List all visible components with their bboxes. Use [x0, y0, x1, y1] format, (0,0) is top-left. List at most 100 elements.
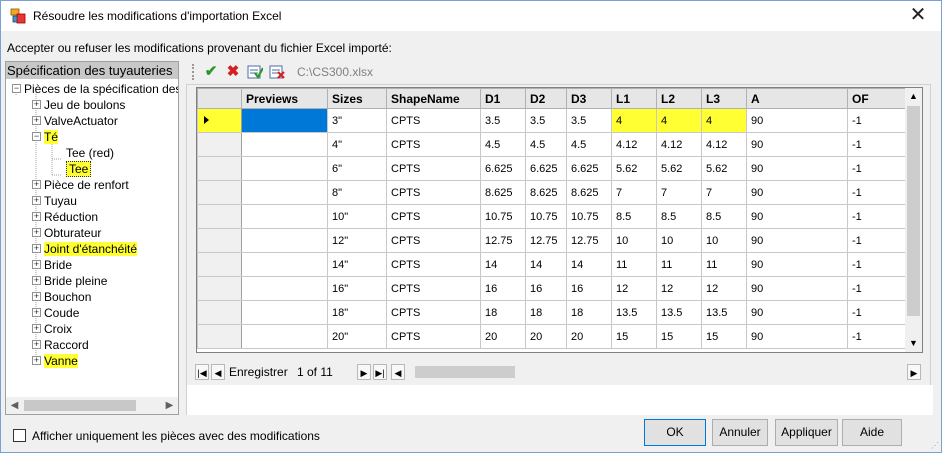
reject-all-icon[interactable] [269, 64, 285, 80]
column-header[interactable]: D1 [480, 88, 526, 109]
grid-cell[interactable]: 10 [701, 228, 747, 253]
grid-cell[interactable]: 90 [746, 156, 848, 181]
table-row[interactable]: 6" CPTS 6.625 6.625 6.625 5.62 5.62 5.62 90 -1 [197, 156, 908, 181]
grid-cell[interactable]: 20 [480, 324, 526, 349]
collapse-icon[interactable]: − [12, 84, 21, 94]
table-row[interactable]: 20" CPTS 20 20 20 15 15 15 90 -1 [197, 324, 908, 349]
grid-cell[interactable]: 4.5 [566, 132, 612, 157]
row-header[interactable] [197, 156, 242, 181]
tree-item-valveactuator[interactable]: + ValveActuator [32, 113, 118, 129]
grid-cell[interactable]: 8.5 [611, 204, 657, 229]
tree-item-tuyau[interactable]: + Tuyau [32, 193, 77, 209]
grid-cell[interactable]: 16 [480, 276, 526, 301]
grid-cell[interactable]: 18" [327, 300, 387, 325]
expand-icon[interactable]: + [32, 324, 41, 334]
grid-cell[interactable]: CPTS [386, 108, 481, 133]
grid-cell[interactable] [241, 324, 328, 349]
row-header[interactable] [197, 180, 242, 205]
grid-cell[interactable]: -1 [847, 228, 908, 253]
grid-cell[interactable]: 90 [746, 204, 848, 229]
grid-cell[interactable]: 12" [327, 228, 387, 253]
expand-icon[interactable]: + [32, 356, 41, 366]
next-record-icon[interactable]: ▶ [357, 364, 371, 380]
grid-cell[interactable]: CPTS [386, 204, 481, 229]
table-row[interactable]: 3" CPTS 3.5 3.5 3.5 4 4 4 90 -1 [197, 108, 908, 133]
scroll-up-icon[interactable]: ▲ [905, 88, 922, 105]
scroll-right-icon[interactable]: ▶ [907, 364, 921, 380]
tree-item-piece-de-renfort[interactable]: + Pièce de renfort [32, 177, 129, 193]
table-row[interactable]: 18" CPTS 18 18 18 13.5 13.5 13.5 90 -1 [197, 300, 908, 325]
tree-item-coude[interactable]: + Coude [32, 305, 79, 321]
grid-cell[interactable] [241, 300, 328, 325]
grid-vertical-scrollbar[interactable]: ▲ ▼ [905, 88, 922, 352]
grid-cell[interactable]: 11 [611, 252, 657, 277]
grid-cell[interactable] [241, 204, 328, 229]
row-header[interactable] [197, 204, 242, 229]
grid-cell[interactable]: 12 [656, 276, 702, 301]
grid-cell[interactable]: 16 [566, 276, 612, 301]
tree-item-te[interactable]: − Té [32, 129, 59, 145]
x-icon[interactable]: ✖ [225, 64, 241, 80]
scroll-right-icon[interactable]: ▶ [161, 397, 178, 414]
expand-icon[interactable]: + [32, 228, 41, 238]
grid-cell[interactable]: 20" [327, 324, 387, 349]
show-changed-only-option[interactable]: Afficher uniquement les pièces avec des … [13, 429, 320, 443]
grid-cell[interactable]: 4.5 [525, 132, 567, 157]
tree-item-croix[interactable]: + Croix [32, 321, 72, 337]
grid-cell[interactable]: 4.12 [701, 132, 747, 157]
grid-cell[interactable]: 18 [566, 300, 612, 325]
grid-cell[interactable] [241, 156, 328, 181]
grid-cell[interactable]: CPTS [386, 228, 481, 253]
scroll-thumb[interactable] [24, 400, 136, 411]
grid-cell[interactable]: 8.625 [525, 180, 567, 205]
grid-cell[interactable]: 90 [746, 324, 848, 349]
grid-cell[interactable]: 4 [701, 108, 747, 133]
tree-item-tee-red[interactable]: Tee (red) [66, 145, 114, 161]
column-header[interactable]: L2 [656, 88, 702, 109]
tree-item-jeu-de-boulons[interactable]: + Jeu de boulons [32, 97, 125, 113]
grid-cell[interactable]: CPTS [386, 132, 481, 157]
grid-cell[interactable]: 15 [656, 324, 702, 349]
table-row[interactable]: 4" CPTS 4.5 4.5 4.5 4.12 4.12 4.12 90 -1 [197, 132, 908, 157]
table-row[interactable]: 14" CPTS 14 14 14 11 11 11 90 -1 [197, 252, 908, 277]
row-header[interactable] [197, 132, 242, 157]
resize-grip-icon[interactable]: ⋰ [931, 441, 939, 450]
grid-cell[interactable]: 14 [480, 252, 526, 277]
grid-cell[interactable]: 6.625 [480, 156, 526, 181]
expand-icon[interactable]: + [32, 180, 41, 190]
grid-cell[interactable]: 4.12 [611, 132, 657, 157]
grid-cell[interactable]: 8.5 [656, 204, 702, 229]
grid-cell[interactable]: 90 [746, 300, 848, 325]
table-row[interactable]: 16" CPTS 16 16 16 12 12 12 90 -1 [197, 276, 908, 301]
grid-cell[interactable]: 90 [746, 180, 848, 205]
expand-icon[interactable]: + [32, 244, 41, 254]
grid-cell[interactable]: -1 [847, 324, 908, 349]
last-record-icon[interactable]: ▶| [373, 364, 387, 380]
grid-cell[interactable]: 10 [656, 228, 702, 253]
apply-button[interactable]: Appliquer [775, 419, 838, 446]
help-button[interactable]: Aide [842, 419, 902, 446]
grid-cell[interactable]: CPTS [386, 180, 481, 205]
column-header[interactable]: Previews [241, 88, 328, 109]
tree-item-joint[interactable]: + Joint d'étanchéité [32, 241, 138, 257]
grid-cell[interactable]: -1 [847, 180, 908, 205]
grid-cell[interactable]: 12.75 [525, 228, 567, 253]
grid-cell[interactable]: 7 [656, 180, 702, 205]
grid-cell[interactable]: 4" [327, 132, 387, 157]
close-icon[interactable]: ✕ [903, 3, 933, 29]
grid-cell[interactable]: 16 [525, 276, 567, 301]
scroll-down-icon[interactable]: ▼ [905, 335, 922, 352]
grid-cell[interactable]: 12 [701, 276, 747, 301]
tree-item-vanne[interactable]: + Vanne [32, 353, 78, 369]
row-header[interactable] [197, 252, 242, 277]
grid-cell[interactable]: 14" [327, 252, 387, 277]
grid-cell[interactable] [241, 228, 328, 253]
column-header[interactable]: ShapeName [386, 88, 481, 109]
expand-icon[interactable]: + [32, 276, 41, 286]
grid-cell[interactable] [241, 252, 328, 277]
tree-root[interactable]: −Pièces de la spécification des tuyauter… [12, 81, 178, 97]
grid-cell[interactable]: 16" [327, 276, 387, 301]
row-header[interactable] [197, 108, 242, 133]
grid-cell[interactable]: CPTS [386, 156, 481, 181]
grid-cell[interactable]: 15 [611, 324, 657, 349]
